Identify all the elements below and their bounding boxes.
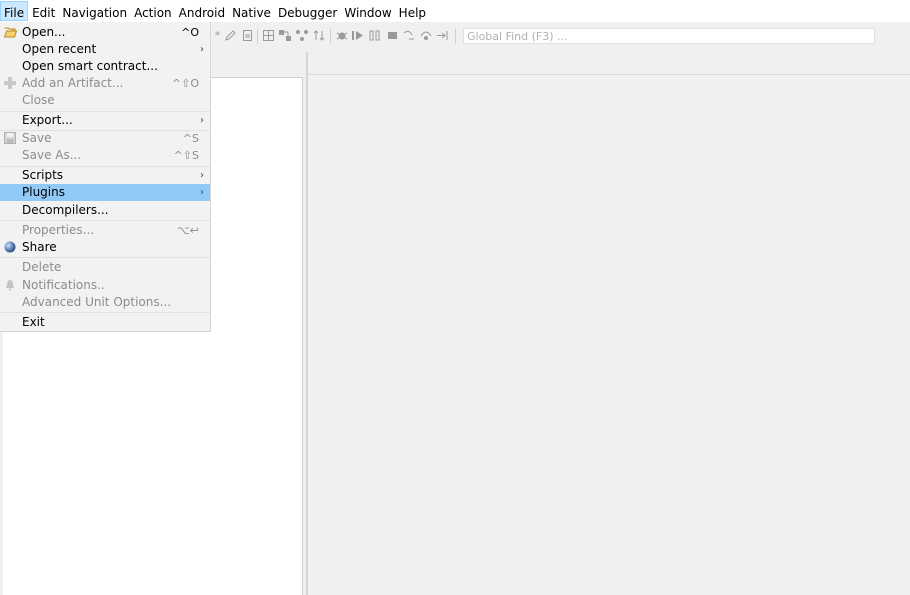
bug-icon[interactable] — [336, 30, 348, 41]
menu-item-export[interactable]: Export... › — [0, 112, 210, 129]
menu-file[interactable]: File — [0, 1, 29, 21]
run-icon[interactable] — [352, 30, 363, 41]
menu-help[interactable]: Help — [396, 1, 429, 21]
menu-separator — [0, 312, 210, 313]
toolbar-separator — [330, 29, 331, 44]
pencil-icon[interactable] — [225, 30, 236, 41]
submenu-arrow-icon: › — [200, 115, 204, 126]
menu-navigation[interactable]: Navigation — [59, 1, 130, 21]
step-over-icon[interactable] — [420, 30, 432, 41]
file-menu-dropdown: Open... ^O Open recent › Open smart cont… — [0, 22, 211, 332]
menu-item-save-as[interactable]: Save As... ^⇧S — [0, 147, 210, 164]
menu-item-save[interactable]: Save ^S — [0, 130, 210, 147]
menu-item-open-recent[interactable]: Open recent › — [0, 41, 210, 58]
globe-icon — [4, 241, 16, 253]
grid-icon[interactable] — [263, 30, 274, 41]
menu-item-open[interactable]: Open... ^O — [0, 24, 210, 41]
graph-nodes-icon[interactable] — [296, 30, 308, 41]
menu-separator — [0, 257, 210, 258]
menu-item-open-smart-contract[interactable]: Open smart contract... — [0, 58, 210, 75]
menu-native[interactable]: Native — [229, 1, 274, 21]
document-icon[interactable] — [242, 30, 253, 41]
step-into-icon[interactable] — [403, 30, 414, 41]
menu-window[interactable]: Window — [341, 1, 394, 21]
plus-icon — [4, 77, 16, 89]
editor-area-divider — [308, 74, 910, 75]
menu-item-exit[interactable]: Exit — [0, 314, 210, 331]
asterisk-icon[interactable]: * — [212, 30, 223, 41]
menu-item-plugins[interactable]: Plugins › — [0, 184, 210, 201]
panel-splitter[interactable] — [306, 52, 308, 595]
menu-item-decompilers[interactable]: Decompilers... — [0, 202, 210, 219]
menu-bar: File Edit Navigation Action Android Nati… — [0, 0, 910, 22]
bell-icon — [4, 279, 16, 291]
toolbar-separator — [455, 29, 456, 44]
menu-action[interactable]: Action — [131, 1, 175, 21]
menu-android[interactable]: Android — [176, 1, 228, 21]
folder-open-icon — [3, 26, 18, 38]
menu-item-share[interactable]: Share — [0, 239, 210, 256]
floppy-disk-icon — [4, 132, 16, 144]
submenu-arrow-icon: › — [200, 44, 204, 55]
submenu-arrow-icon: › — [200, 187, 204, 198]
menu-debugger[interactable]: Debugger — [275, 1, 340, 21]
hierarchy-icon[interactable] — [279, 30, 291, 41]
menu-item-advanced-unit-options[interactable]: Advanced Unit Options... — [0, 294, 210, 311]
global-find-input[interactable] — [463, 28, 875, 44]
toolbar-separator — [257, 29, 258, 44]
menu-item-scripts[interactable]: Scripts › — [0, 167, 210, 184]
menu-item-close[interactable]: Close — [0, 92, 210, 109]
menu-item-delete[interactable]: Delete — [0, 259, 210, 276]
submenu-arrow-icon: › — [200, 170, 204, 181]
menu-edit[interactable]: Edit — [29, 1, 58, 21]
step-out-icon[interactable] — [437, 30, 448, 41]
menu-separator — [0, 220, 210, 221]
sort-arrows-icon[interactable] — [313, 30, 325, 41]
menu-item-add-artifact[interactable]: Add an Artifact... ^⇧O — [0, 75, 210, 92]
menu-item-notifications[interactable]: Notifications.. — [0, 277, 210, 294]
menu-item-properties[interactable]: Properties... ⌥↩ — [0, 222, 210, 239]
stop-icon[interactable] — [387, 30, 398, 41]
pause-icon[interactable] — [369, 30, 380, 41]
